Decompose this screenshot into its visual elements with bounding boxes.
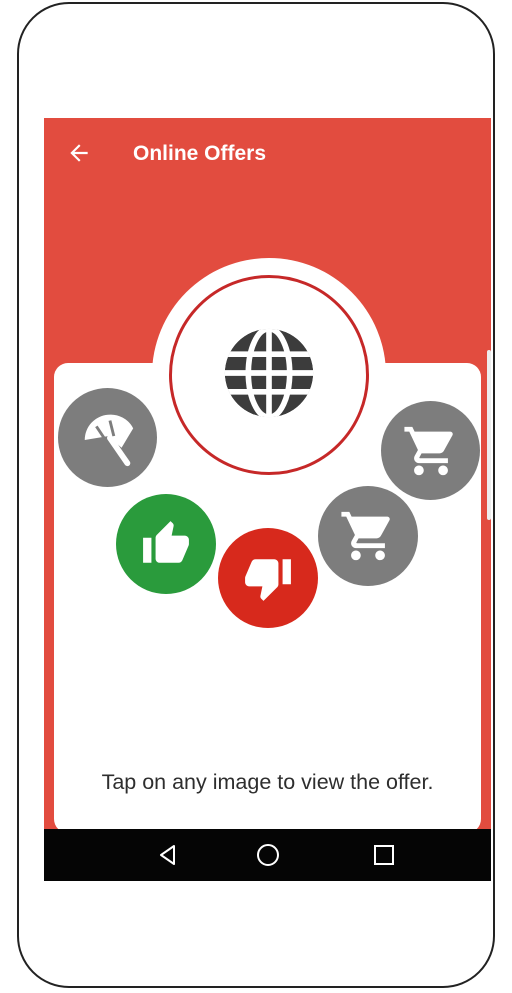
- like-offer-button[interactable]: [116, 494, 216, 594]
- square-recents-icon[interactable]: [372, 843, 396, 867]
- triangle-back-icon[interactable]: [156, 843, 180, 867]
- scroll-indicator[interactable]: [487, 350, 491, 520]
- app-screen: Online Offers Tap on any image to view t…: [44, 118, 491, 881]
- cart-offer-button-2[interactable]: [381, 401, 480, 500]
- circle-home-icon[interactable]: [256, 843, 280, 867]
- cart-offer-button-1[interactable]: [318, 486, 418, 586]
- app-bar: Online Offers: [44, 118, 491, 198]
- shopping-cart-icon: [403, 426, 453, 475]
- arrow-left-icon[interactable]: [66, 140, 92, 166]
- beach-umbrella-icon: [84, 414, 133, 466]
- thumbs-up-icon: [143, 521, 189, 563]
- thumbs-down-icon: [245, 559, 291, 601]
- beach-offer-button[interactable]: [58, 388, 157, 487]
- instruction-caption: Tap on any image to view the offer.: [101, 770, 434, 794]
- dislike-offer-button[interactable]: [218, 528, 318, 628]
- online-offers-globe-button[interactable]: [169, 275, 369, 475]
- page-title: Online Offers: [133, 142, 267, 165]
- system-nav-bar: [44, 829, 491, 881]
- globe-icon: [224, 328, 314, 418]
- shopping-cart-icon: [341, 511, 390, 561]
